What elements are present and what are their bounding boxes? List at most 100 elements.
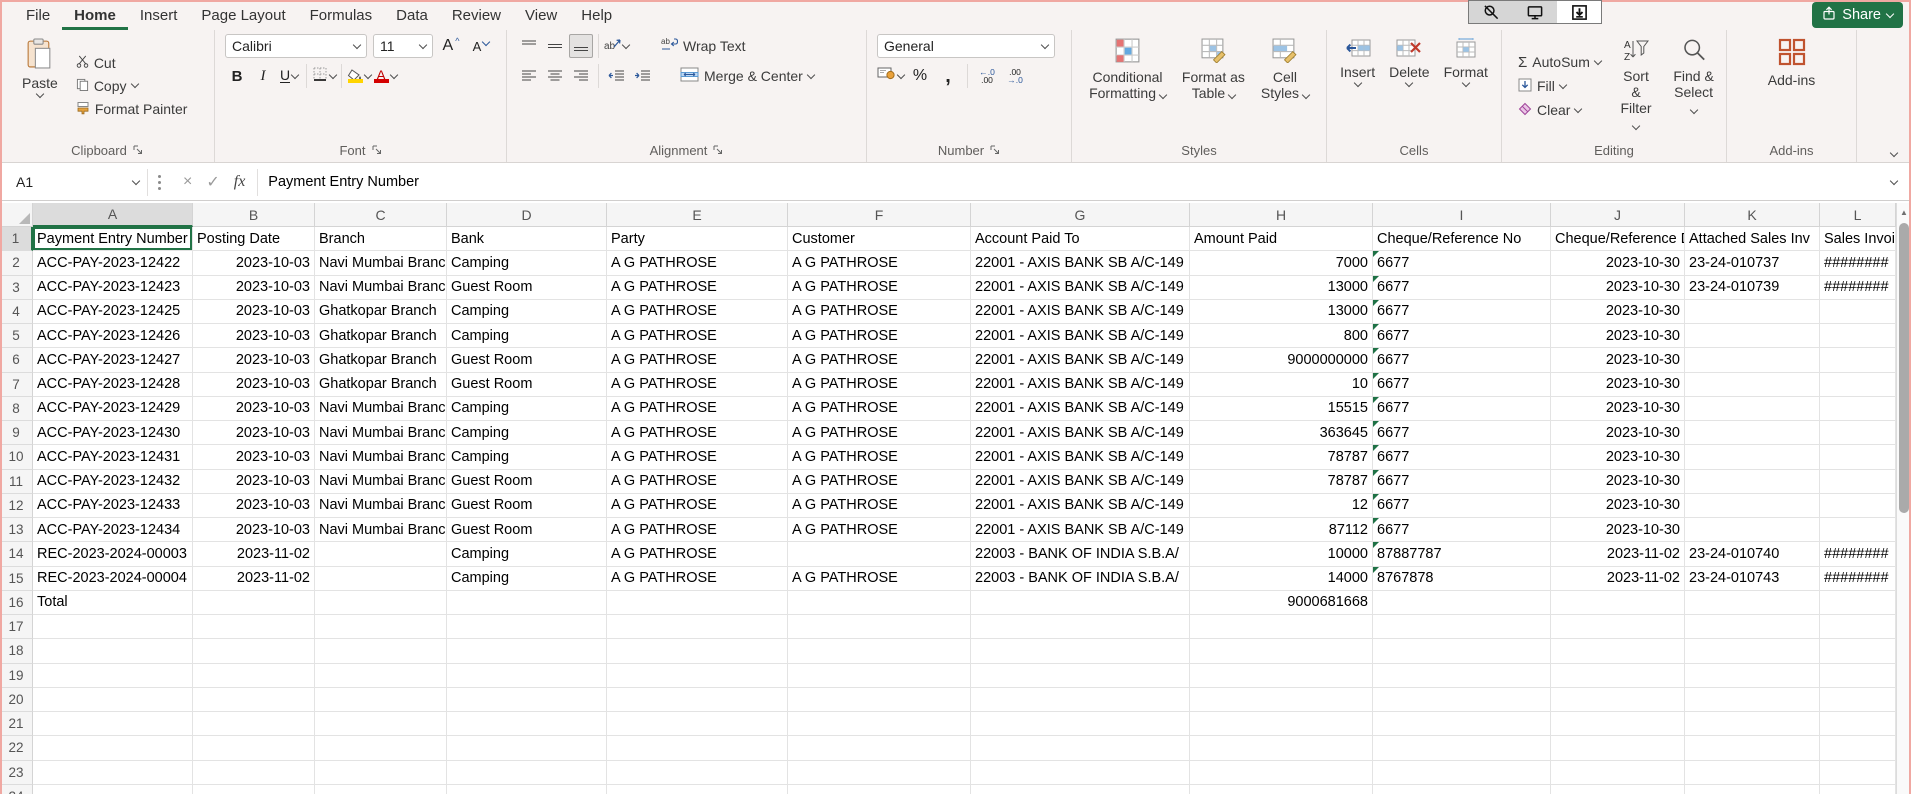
cell-G3[interactable]: 22001 - AXIS BANK SB A/C-149 <box>971 276 1190 300</box>
cell-J3[interactable]: 2023-10-30 <box>1551 276 1685 300</box>
menu-tab-formulas[interactable]: Formulas <box>298 3 385 30</box>
format-cells-button[interactable]: Format <box>1438 34 1494 138</box>
fill-chevron-icon[interactable] <box>1559 80 1567 88</box>
cell-F4[interactable]: A G PATHROSE <box>788 300 971 324</box>
cell-I16[interactable] <box>1373 591 1551 615</box>
cell-G19[interactable] <box>971 664 1190 688</box>
orientation-button[interactable]: ab <box>604 34 629 58</box>
cell-E23[interactable] <box>607 761 788 785</box>
name-box[interactable]: A1 <box>8 169 148 196</box>
cell-J7[interactable]: 2023-10-30 <box>1551 373 1685 397</box>
cell-B21[interactable] <box>193 712 315 736</box>
cell-D15[interactable]: Camping <box>447 567 607 591</box>
cell-G14[interactable]: 22003 - BANK OF INDIA S.B.A/ <box>971 542 1190 566</box>
cell-H9[interactable]: 363645 <box>1190 421 1373 445</box>
cell-I4[interactable]: 6677 <box>1373 300 1551 324</box>
cell-D20[interactable] <box>447 688 607 712</box>
cell-A21[interactable] <box>33 712 193 736</box>
cell-A18[interactable] <box>33 639 193 663</box>
cell-B8[interactable]: 2023-10-03 <box>193 397 315 421</box>
cell-L17[interactable] <box>1820 615 1896 639</box>
cell-C16[interactable] <box>315 591 447 615</box>
bold-button[interactable]: B <box>225 64 249 88</box>
cell-A7[interactable]: ACC-PAY-2023-12428 <box>33 373 193 397</box>
cell-B3[interactable]: 2023-10-03 <box>193 276 315 300</box>
cell-J11[interactable]: 2023-10-30 <box>1551 470 1685 494</box>
menu-tab-insert[interactable]: Insert <box>128 3 190 30</box>
cell-L24[interactable] <box>1820 785 1896 794</box>
scrollbar-thumb[interactable] <box>1899 223 1909 513</box>
cell-C12[interactable]: Navi Mumbai Branch <box>315 494 447 518</box>
cell-H1[interactable]: Amount Paid <box>1190 227 1373 251</box>
share-chevron-icon[interactable] <box>1886 9 1894 17</box>
cell-J18[interactable] <box>1551 639 1685 663</box>
cell-C4[interactable]: Ghatkopar Branch <box>315 300 447 324</box>
orientation-chevron-icon[interactable] <box>622 40 630 48</box>
cell-F20[interactable] <box>788 688 971 712</box>
cell-L21[interactable] <box>1820 712 1896 736</box>
cell-K24[interactable] <box>1685 785 1820 794</box>
cell-E20[interactable] <box>607 688 788 712</box>
cell-H16[interactable]: 9000681668 <box>1190 591 1373 615</box>
cell-I19[interactable] <box>1373 664 1551 688</box>
cell-F19[interactable] <box>788 664 971 688</box>
cell-C6[interactable]: Ghatkopar Branch <box>315 348 447 372</box>
cell-L2[interactable]: ######## <box>1820 251 1896 275</box>
cell-K11[interactable] <box>1685 470 1820 494</box>
cell-I17[interactable] <box>1373 615 1551 639</box>
cell-L1[interactable]: Sales Invoice <box>1820 227 1896 251</box>
fill-color-button[interactable] <box>347 64 371 88</box>
cell-J9[interactable]: 2023-10-30 <box>1551 421 1685 445</box>
cell-E15[interactable]: A G PATHROSE <box>607 567 788 591</box>
cell-J19[interactable] <box>1551 664 1685 688</box>
cell-F14[interactable] <box>788 542 971 566</box>
cell-I11[interactable]: 6677 <box>1373 470 1551 494</box>
borders-button[interactable] <box>312 64 336 88</box>
cell-L3[interactable]: ######## <box>1820 276 1896 300</box>
row-header-20[interactable]: 20 <box>0 688 33 712</box>
cell-G5[interactable]: 22001 - AXIS BANK SB A/C-149 <box>971 324 1190 348</box>
menu-tab-file[interactable]: File <box>14 3 62 30</box>
cell-I12[interactable]: 6677 <box>1373 494 1551 518</box>
cell-I20[interactable] <box>1373 688 1551 712</box>
align-right-button[interactable] <box>569 64 593 88</box>
cell-A4[interactable]: ACC-PAY-2023-12425 <box>33 300 193 324</box>
cell-C19[interactable] <box>315 664 447 688</box>
cell-L15[interactable]: ######## <box>1820 567 1896 591</box>
cell-C7[interactable]: Ghatkopar Branch <box>315 373 447 397</box>
cell-F13[interactable]: A G PATHROSE <box>788 518 971 542</box>
font-size-select[interactable]: 11 <box>373 34 433 58</box>
menu-tab-page-layout[interactable]: Page Layout <box>189 3 297 30</box>
cell-A11[interactable]: ACC-PAY-2023-12432 <box>33 470 193 494</box>
cell-H24[interactable] <box>1190 785 1373 794</box>
cell-L23[interactable] <box>1820 761 1896 785</box>
format-painter-button[interactable]: Format Painter <box>72 99 192 120</box>
cell-E2[interactable]: A G PATHROSE <box>607 251 788 275</box>
cell-B18[interactable] <box>193 639 315 663</box>
cell-J16[interactable] <box>1551 591 1685 615</box>
col-header-E[interactable]: E <box>607 203 788 227</box>
cell-E1[interactable]: Party <box>607 227 788 251</box>
expand-formula-bar-chevron-icon[interactable] <box>1890 176 1898 184</box>
align-middle-button[interactable] <box>543 34 567 58</box>
cell-B5[interactable]: 2023-10-03 <box>193 324 315 348</box>
cell-C1[interactable]: Branch <box>315 227 447 251</box>
cell-H23[interactable] <box>1190 761 1373 785</box>
cell-B2[interactable]: 2023-10-03 <box>193 251 315 275</box>
cell-F3[interactable]: A G PATHROSE <box>788 276 971 300</box>
paste-chevron-icon[interactable] <box>36 90 44 98</box>
download-icon[interactable] <box>1557 1 1601 23</box>
cell-C17[interactable] <box>315 615 447 639</box>
cell-J10[interactable]: 2023-10-30 <box>1551 445 1685 469</box>
cell-B12[interactable]: 2023-10-03 <box>193 494 315 518</box>
font-color-chevron-icon[interactable] <box>389 70 397 78</box>
cell-G17[interactable] <box>971 615 1190 639</box>
cell-J12[interactable]: 2023-10-30 <box>1551 494 1685 518</box>
cell-D11[interactable]: Guest Room <box>447 470 607 494</box>
cell-K1[interactable]: Attached Sales Inv <box>1685 227 1820 251</box>
cell-E22[interactable] <box>607 736 788 760</box>
cell-A6[interactable]: ACC-PAY-2023-12427 <box>33 348 193 372</box>
cell-I22[interactable] <box>1373 736 1551 760</box>
col-header-I[interactable]: I <box>1373 203 1551 227</box>
cell-G9[interactable]: 22001 - AXIS BANK SB A/C-149 <box>971 421 1190 445</box>
